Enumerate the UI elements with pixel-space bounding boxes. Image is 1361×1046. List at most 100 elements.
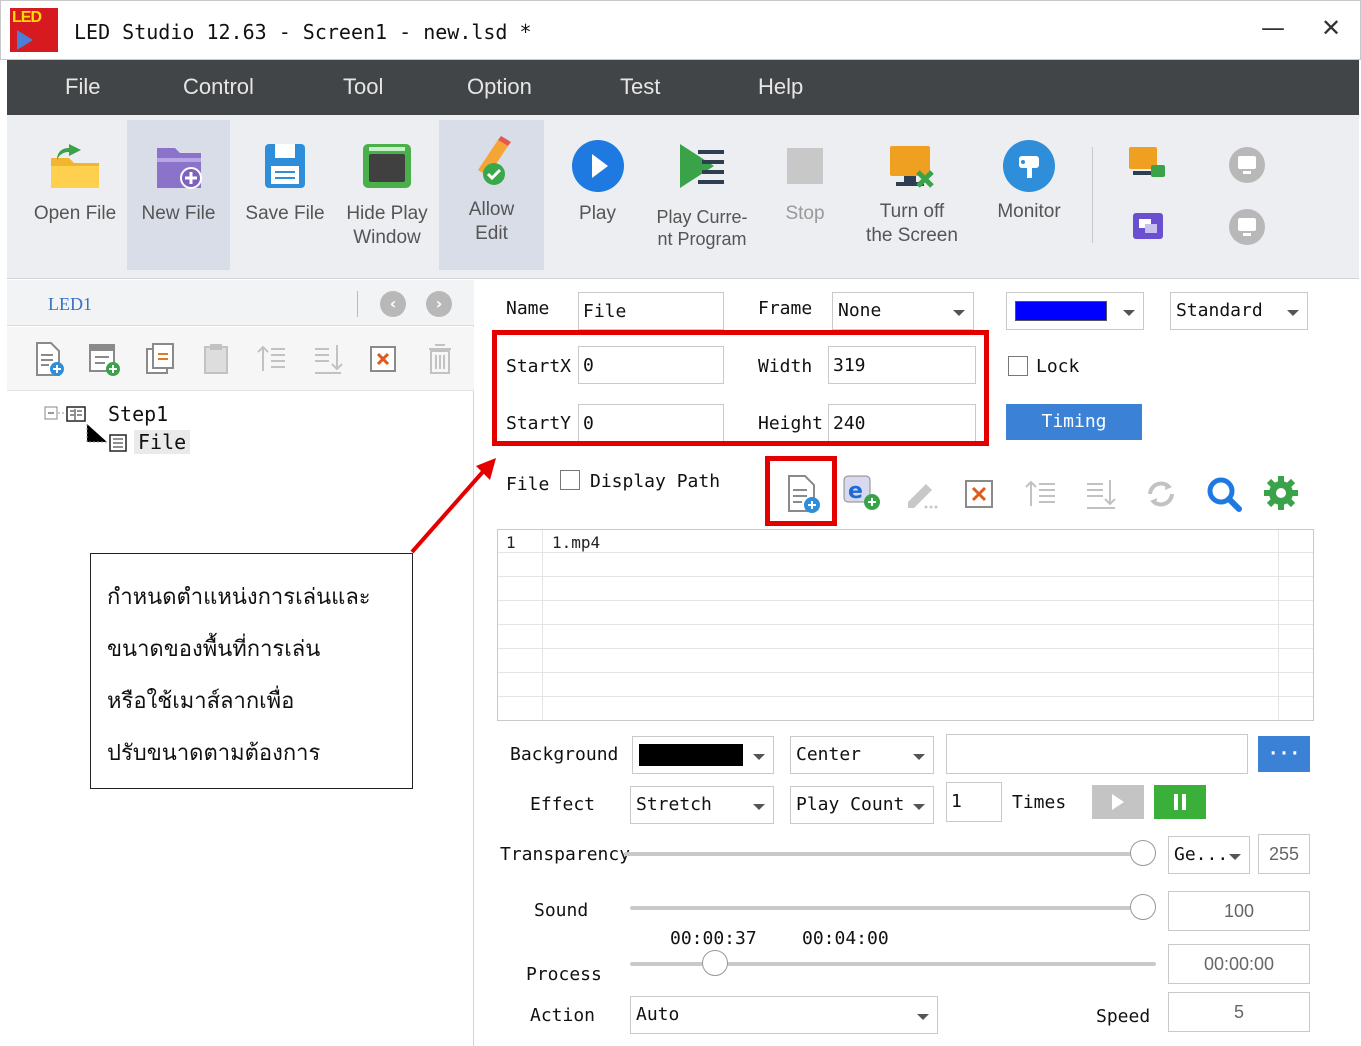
name-label: Name bbox=[506, 298, 550, 319]
frame-select[interactable]: None bbox=[832, 292, 974, 330]
color-select[interactable] bbox=[1006, 292, 1144, 330]
play-button[interactable]: Play bbox=[555, 120, 640, 270]
file-row[interactable]: 1 1.mp4 bbox=[498, 530, 1313, 553]
menu-help[interactable]: Help bbox=[758, 74, 803, 100]
turn-off-screen-label: Turn off the Screen bbox=[866, 201, 958, 246]
window-title: LED Studio 12.63 - Screen1 - new.lsd * bbox=[74, 20, 532, 44]
display-path-checkbox[interactable] bbox=[560, 470, 580, 490]
open-file-label: Open File bbox=[33, 203, 117, 224]
add-file-icon[interactable] bbox=[785, 474, 821, 514]
mode-select[interactable]: Standard bbox=[1170, 292, 1308, 330]
annotation-note: กำหนดตำแหน่งการเล่นและ ขนาดของพื้นที่การ… bbox=[90, 553, 413, 789]
stop-button[interactable]: Stop bbox=[764, 120, 846, 270]
process-label: Process bbox=[526, 964, 602, 985]
copy-icon[interactable] bbox=[143, 341, 177, 377]
menu-option[interactable]: Option bbox=[467, 74, 532, 100]
minimize-button[interactable]: — bbox=[1258, 14, 1288, 44]
app-logo-icon: LED bbox=[10, 8, 58, 52]
delete-icon[interactable] bbox=[367, 341, 401, 377]
menu-tool[interactable]: Tool bbox=[343, 74, 383, 100]
new-folder-icon bbox=[156, 148, 202, 189]
tab-led1[interactable]: LED1 bbox=[48, 294, 92, 315]
close-button[interactable]: ✕ bbox=[1316, 14, 1346, 44]
stop-label: Stop bbox=[785, 203, 825, 224]
open-file-button[interactable]: Open File bbox=[25, 120, 125, 270]
new-file-label: New File bbox=[141, 203, 216, 224]
sound-value[interactable]: 100 bbox=[1168, 891, 1310, 931]
file-name: 1.mp4 bbox=[552, 533, 601, 552]
play-count-field[interactable]: 1 bbox=[946, 782, 1002, 822]
tab-prev-button[interactable]: ‹ bbox=[380, 291, 406, 317]
browse-button[interactable]: ··· bbox=[1258, 736, 1310, 772]
screen-lock-icon[interactable] bbox=[1127, 145, 1167, 183]
speed-value[interactable]: 5 bbox=[1168, 992, 1310, 1032]
monitor-button[interactable]: Monitor bbox=[979, 120, 1079, 270]
transparency-slider-knob[interactable] bbox=[1130, 840, 1156, 866]
screen-off-icon bbox=[890, 146, 934, 188]
tree-step1[interactable]: Step1 bbox=[108, 402, 168, 426]
toolbar: Open File New File Save File Hide Play W… bbox=[7, 115, 1359, 279]
program-toolbar bbox=[7, 327, 474, 391]
name-field[interactable]: File bbox=[578, 292, 724, 330]
play-mode-select[interactable]: Play Count bbox=[790, 786, 934, 824]
paste-icon bbox=[204, 344, 228, 374]
file-item-icon bbox=[109, 434, 127, 452]
play-current-program-button[interactable]: Play Curre- nt Program bbox=[642, 120, 762, 270]
menu-file[interactable]: File bbox=[65, 74, 100, 100]
screen-1-icon[interactable] bbox=[1227, 145, 1267, 185]
timing-button[interactable]: Timing bbox=[1006, 404, 1142, 440]
allow-edit-button[interactable]: Allow Edit bbox=[439, 120, 544, 270]
remove-file-icon[interactable] bbox=[963, 478, 997, 512]
background-path-field[interactable] bbox=[946, 734, 1248, 774]
menu-test[interactable]: Test bbox=[620, 74, 660, 100]
window-icon bbox=[363, 144, 411, 188]
move-down-icon bbox=[315, 345, 343, 374]
menu-bar: File Control Tool Option Test Help bbox=[7, 60, 1359, 115]
sound-slider[interactable] bbox=[630, 906, 1134, 910]
play-small-icon bbox=[1112, 794, 1124, 810]
transparency-slider[interactable] bbox=[624, 852, 1134, 856]
settings-gear-icon[interactable] bbox=[1262, 474, 1300, 512]
edit-file-icon bbox=[908, 484, 938, 509]
background-align-select[interactable]: Center bbox=[790, 736, 934, 774]
monitor-icon bbox=[1003, 140, 1055, 192]
save-disk-icon bbox=[265, 144, 305, 188]
preview-pause-button[interactable] bbox=[1154, 785, 1206, 819]
turn-off-screen-button[interactable]: Turn off the Screen bbox=[849, 120, 975, 270]
file-label: File bbox=[506, 474, 550, 495]
time-current: 00:00:37 bbox=[670, 928, 757, 949]
transparency-value[interactable]: 255 bbox=[1258, 834, 1310, 874]
action-select[interactable]: Auto bbox=[630, 996, 938, 1034]
note-line-4: ปรับขนาดตามต้องการ bbox=[107, 741, 321, 766]
annotation-arrow bbox=[410, 458, 496, 554]
search-icon[interactable] bbox=[1204, 474, 1244, 514]
sound-slider-knob[interactable] bbox=[1130, 894, 1156, 920]
hide-play-window-button[interactable]: Hide Play Window bbox=[337, 120, 437, 270]
background-color-select[interactable] bbox=[632, 736, 774, 774]
move-up-icon bbox=[257, 345, 285, 371]
lock-checkbox[interactable] bbox=[1008, 356, 1028, 376]
hide-play-window-label: Hide Play Window bbox=[346, 203, 428, 248]
effect-select[interactable]: Stretch bbox=[630, 786, 774, 824]
svg-text:e: e bbox=[848, 479, 863, 504]
process-value[interactable]: 00:00:00 bbox=[1168, 944, 1310, 984]
file-list: 1 1.mp4 bbox=[497, 529, 1314, 721]
add-step-icon[interactable] bbox=[87, 341, 121, 377]
tab-next-button[interactable]: › bbox=[426, 291, 452, 317]
add-page-icon[interactable] bbox=[31, 341, 65, 377]
process-slider-knob[interactable] bbox=[702, 950, 728, 976]
play-program-icon bbox=[680, 144, 724, 188]
times-label: Times bbox=[1012, 792, 1067, 813]
save-file-button[interactable]: Save File bbox=[235, 120, 335, 270]
menu-control[interactable]: Control bbox=[183, 74, 254, 100]
action-label: Action bbox=[530, 1005, 596, 1026]
pause-icon bbox=[1174, 794, 1186, 810]
screen-2-icon[interactable] bbox=[1227, 207, 1267, 247]
add-web-icon[interactable]: e bbox=[842, 472, 882, 512]
screen-switch-icon[interactable] bbox=[1131, 211, 1165, 241]
stop-icon bbox=[787, 148, 823, 184]
preview-play-button[interactable] bbox=[1092, 785, 1144, 819]
transparency-mode-select[interactable]: Ge... bbox=[1168, 836, 1250, 874]
tree-file[interactable]: File bbox=[134, 430, 191, 454]
new-file-button[interactable]: New File bbox=[127, 120, 230, 270]
